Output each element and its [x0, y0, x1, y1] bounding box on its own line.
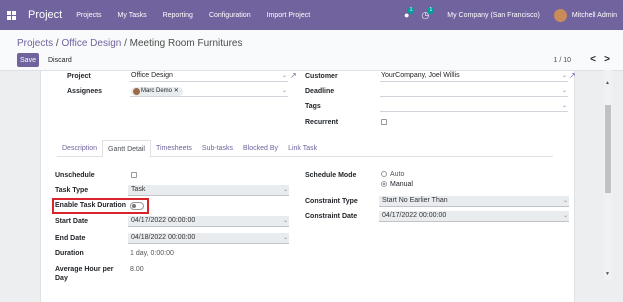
scroll-up-arrow-icon[interactable]: ▲ — [605, 80, 610, 86]
company-switcher[interactable]: My Company (San Francisco) — [447, 12, 540, 19]
breadcrumb-projects[interactable]: Projects — [17, 38, 53, 49]
end-date-label: End Date — [55, 235, 86, 242]
schedule-manual-label[interactable]: Manual — [390, 181, 413, 188]
chevron-down-icon: ⌄ — [282, 218, 288, 224]
external-link-icon[interactable]: ↗ — [290, 71, 297, 80]
task-type-value: Task — [131, 186, 146, 193]
chevron-down-icon: ⌄ — [282, 187, 288, 193]
project-label: Project — [67, 73, 91, 80]
menu-my-tasks[interactable]: My Tasks — [118, 12, 147, 19]
chevron-down-icon: ⌄ — [281, 88, 287, 94]
unschedule-checkbox[interactable] — [131, 172, 137, 178]
constraint-date-field[interactable]: 04/17/2022 00:00:00 ⌄ — [379, 211, 569, 222]
breadcrumb-current: Meeting Room Furnitures — [129, 38, 243, 49]
pager-previous-button[interactable]: < — [590, 54, 596, 65]
start-date-label: Start Date — [55, 218, 89, 225]
schedule-manual-radio[interactable] — [381, 181, 387, 187]
duration-value: 1 day, 0:00:00 — [130, 250, 174, 257]
app-name[interactable]: Project — [28, 9, 62, 21]
toggle-knob — [132, 204, 136, 208]
recurrent-checkbox[interactable] — [381, 119, 387, 125]
average-hour-value: 8.00 — [130, 266, 144, 273]
enable-task-duration-toggle[interactable] — [130, 202, 144, 210]
schedule-mode-label: Schedule Mode — [305, 172, 357, 179]
chevron-down-icon: ⌄ — [561, 103, 567, 109]
assignees-label: Assignees — [67, 88, 103, 95]
menu-reporting[interactable]: Reporting — [163, 12, 193, 19]
menu-import-project[interactable]: Import Project — [267, 12, 311, 19]
navbar-systray: ● 1 ◷ 1 My Company (San Francisco) Mitchel… — [404, 0, 617, 30]
user-menu[interactable]: Mitchell Admin — [572, 12, 617, 19]
activity-clock-icon[interactable]: ◷ 1 — [421, 6, 435, 21]
enable-task-duration-label: Enable Task Duration — [55, 202, 127, 209]
user-avatar[interactable] — [553, 8, 567, 22]
constraint-type-select[interactable]: Start No Earlier Than ⌄ — [379, 196, 569, 207]
breadcrumb-office-design[interactable]: Office Design — [61, 38, 121, 49]
chevron-down-icon: ⌄ — [562, 213, 568, 219]
end-date-field[interactable]: 04/18/2022 00:00:00 ⌄ — [128, 233, 289, 244]
project-value: Office Design — [131, 72, 173, 79]
average-hour-label-line1: Average Hour per — [55, 266, 114, 273]
project-field[interactable]: Office Design ⌄ — [130, 71, 288, 82]
scroll-down-arrow-icon[interactable]: ▼ — [605, 271, 610, 277]
breadcrumb: Projects / Office Design / Meeting Room … — [17, 38, 242, 49]
assignee-tag-label: Marc Demo — [141, 88, 173, 94]
customer-value: YourCompany, Joel Willis — [381, 72, 460, 79]
scrollbar-thumb[interactable] — [605, 105, 611, 193]
save-button[interactable]: Save — [17, 53, 39, 67]
chevron-down-icon: ⌄ — [561, 88, 567, 94]
tab-link-task[interactable]: Link Task — [283, 140, 322, 156]
constraint-type-value: Start No Earlier Than — [382, 197, 448, 204]
deadline-field[interactable]: ⌄ — [380, 86, 568, 97]
tab-sub-tasks[interactable]: Sub-tasks — [197, 140, 238, 156]
tab-gantt-detail[interactable]: Gantt Detail — [102, 140, 151, 158]
tags-field[interactable]: ⌄ — [380, 101, 568, 112]
chevron-down-icon: ⌄ — [561, 73, 567, 79]
apps-menu-icon[interactable] — [7, 10, 16, 20]
tags-label: Tags — [305, 103, 321, 110]
menu-projects[interactable]: Projects — [76, 12, 101, 19]
discard-button[interactable]: Discard — [44, 53, 76, 67]
end-date-value: 04/18/2022 00:00:00 — [131, 234, 196, 241]
breadcrumb-separator: / — [121, 38, 130, 49]
constraint-type-label: Constraint Type — [305, 198, 358, 205]
external-link-icon[interactable]: ↗ — [569, 71, 576, 80]
unschedule-label: Unschedule — [55, 172, 95, 179]
constraint-date-label: Constraint Date — [305, 213, 358, 220]
recurrent-label: Recurrent — [305, 119, 339, 126]
messages-badge: 1 — [407, 7, 415, 14]
assignee-avatar — [133, 88, 140, 95]
deadline-label: Deadline — [305, 88, 335, 95]
constraint-date-value: 04/17/2022 00:00:00 — [382, 212, 447, 219]
average-hour-label-line2: Day — [55, 275, 68, 282]
tab-description[interactable]: Description — [57, 140, 102, 156]
task-type-select[interactable]: Task ⌄ — [128, 185, 289, 196]
customer-label: Customer — [305, 73, 338, 80]
tab-timesheets[interactable]: Timesheets — [151, 140, 197, 156]
chevron-down-icon: ⌄ — [562, 198, 568, 204]
customer-field[interactable]: YourCompany, Joel Willis ⌄ — [380, 71, 568, 82]
top-navbar: Project Projects My Tasks Reporting Conf… — [0, 0, 623, 30]
chevron-down-icon: ⌄ — [282, 235, 288, 241]
activity-badge: 1 — [427, 6, 435, 14]
form-tabs: Description Gantt Detail Timesheets Sub-… — [57, 140, 553, 158]
assignee-tag: Marc Demo ✕ — [131, 87, 183, 96]
duration-label: Duration — [55, 250, 84, 257]
main-menu: Projects My Tasks Reporting Configuratio… — [76, 12, 326, 19]
task-type-label: Task Type — [55, 187, 89, 194]
messages-icon[interactable]: ● 1 — [404, 7, 415, 20]
pager-value[interactable]: 1 / 10 — [553, 57, 571, 64]
tab-blocked-by[interactable]: Blocked By — [238, 140, 283, 156]
start-date-field[interactable]: 04/17/2022 00:00:00 ⌄ — [128, 216, 289, 227]
menu-configuration[interactable]: Configuration — [209, 12, 251, 19]
pager-next-button[interactable]: > — [604, 54, 610, 65]
remove-tag-icon[interactable]: ✕ — [174, 88, 179, 94]
chevron-down-icon: ⌄ — [281, 73, 287, 79]
start-date-value: 04/17/2022 00:00:00 — [131, 217, 196, 224]
schedule-auto-label[interactable]: Auto — [390, 171, 404, 178]
schedule-auto-radio[interactable] — [381, 171, 387, 177]
